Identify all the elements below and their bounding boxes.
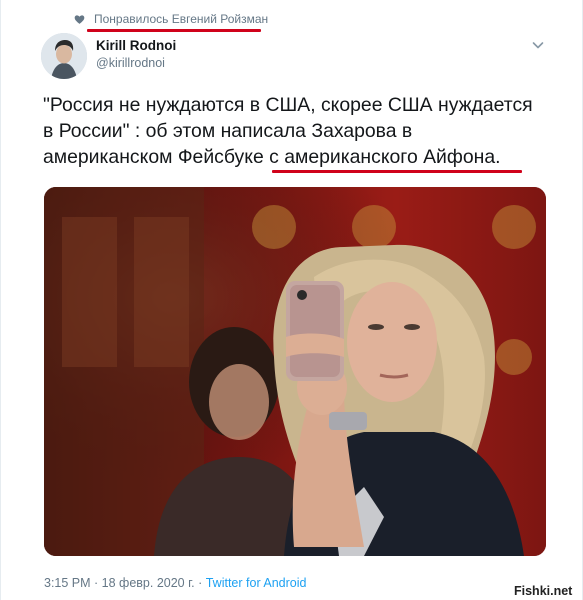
social-context[interactable]: Понравилось Евгений Ройзман: [74, 10, 268, 28]
tweet-photo[interactable]: [44, 187, 546, 556]
tweet-card: Понравилось Евгений Ройзман Kirill Rodno…: [0, 0, 583, 600]
tweet-source[interactable]: Twitter for Android: [206, 576, 307, 590]
avatar-image: [41, 33, 87, 79]
avatar[interactable]: [41, 33, 87, 79]
tweet-time[interactable]: 3:15 PM: [44, 576, 91, 590]
meta-separator: ·: [194, 576, 206, 590]
tweet-date[interactable]: 18 февр. 2020 г.: [102, 576, 195, 590]
highlight-underline-liked: [87, 29, 261, 32]
meta-separator: ·: [90, 576, 102, 590]
author-name[interactable]: Kirill Rodnoi: [96, 38, 176, 53]
highlight-underline-text: [272, 170, 522, 173]
chevron-down-icon[interactable]: [531, 38, 545, 52]
author-handle[interactable]: @kirillrodnoi: [96, 56, 165, 70]
heart-icon: [74, 14, 85, 24]
tweet-text: "Россия не нуждаются в США, скорее США н…: [43, 92, 543, 170]
watermark: Fishki.net: [514, 584, 573, 598]
tweet-text-highlighted: с американского Айфона.: [269, 146, 501, 168]
social-context-text: Понравилось Евгений Ройзман: [94, 12, 269, 26]
photo-image: [44, 187, 546, 556]
tweet-meta: 3:15 PM · 18 февр. 2020 г. · Twitter for…: [44, 576, 306, 590]
